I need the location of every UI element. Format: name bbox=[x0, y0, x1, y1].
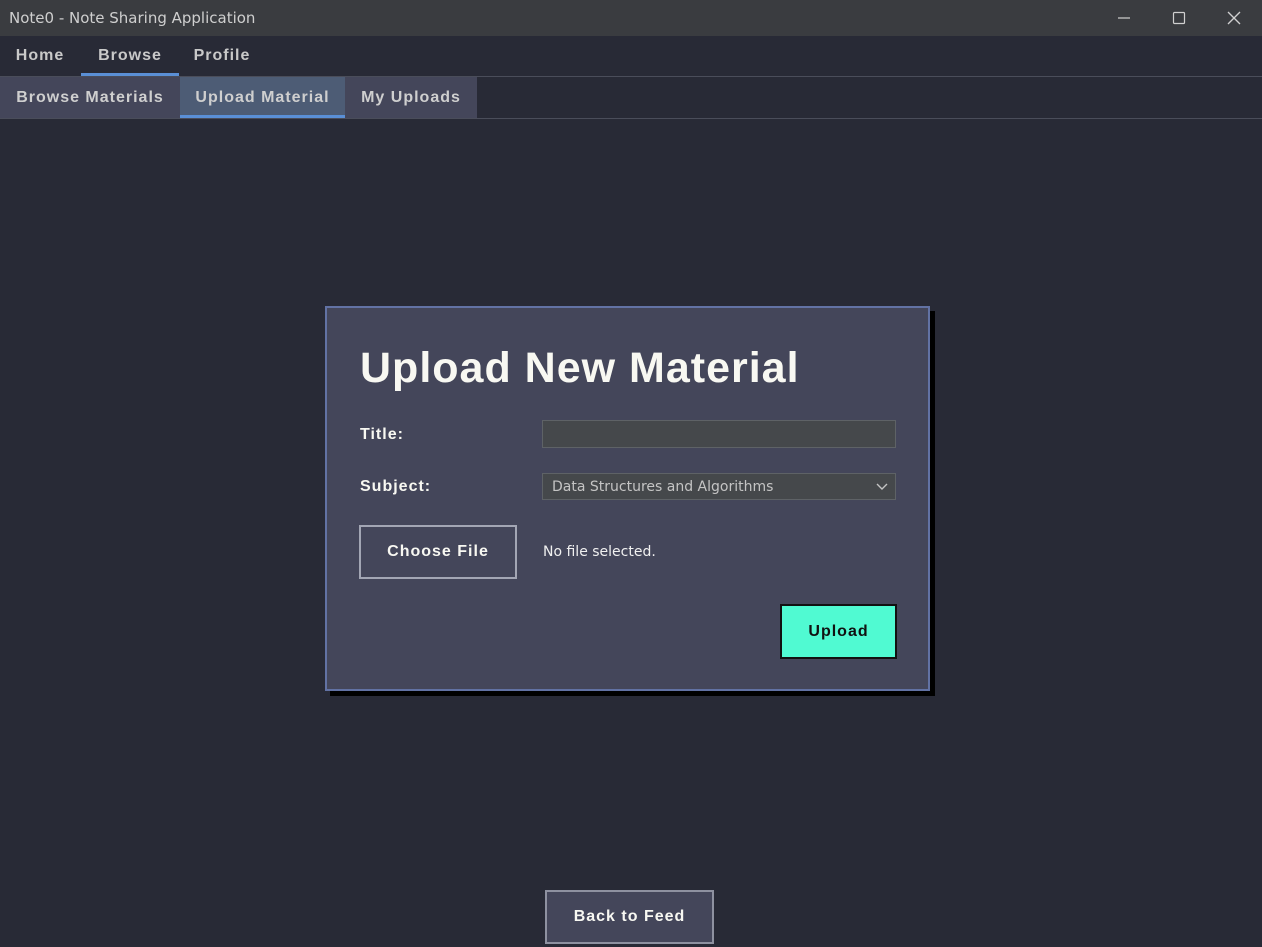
upload-button[interactable]: Upload bbox=[780, 604, 897, 659]
chevron-down-icon bbox=[876, 483, 888, 490]
window-title: Note0 - Note Sharing Application bbox=[9, 9, 256, 27]
page-title: Upload New Material bbox=[360, 344, 800, 392]
close-icon bbox=[1227, 11, 1240, 25]
subject-selected-value: Data Structures and Algorithms bbox=[552, 479, 774, 495]
maximize-icon bbox=[1172, 11, 1185, 25]
subject-dropdown[interactable]: Data Structures and Algorithms bbox=[542, 473, 896, 500]
back-to-feed-button[interactable]: Back to Feed bbox=[545, 890, 714, 944]
maximize-button[interactable] bbox=[1151, 0, 1206, 36]
choose-file-button[interactable]: Choose File bbox=[359, 525, 517, 579]
file-status-text: No file selected. bbox=[543, 544, 656, 560]
close-button[interactable] bbox=[1206, 0, 1261, 36]
title-label: Title: bbox=[360, 426, 404, 443]
tab-my-uploads[interactable]: My Uploads bbox=[345, 77, 477, 118]
upload-card: Upload New Material Title: Subject: Data… bbox=[325, 306, 930, 691]
subject-label: Subject: bbox=[360, 478, 432, 495]
app-window: Note0 - Note Sharing Application Home Br… bbox=[0, 0, 1262, 947]
minimize-icon bbox=[1117, 17, 1130, 19]
menu-item-home[interactable]: Home bbox=[0, 36, 80, 76]
tab-upload-material[interactable]: Upload Material bbox=[180, 77, 345, 118]
minimize-button[interactable] bbox=[1096, 0, 1151, 36]
sub-tab-bar: Browse Materials Upload Material My Uplo… bbox=[0, 77, 1262, 119]
title-bar: Note0 - Note Sharing Application bbox=[0, 0, 1262, 36]
menu-item-profile[interactable]: Profile bbox=[180, 36, 264, 76]
tab-browse-materials[interactable]: Browse Materials bbox=[0, 77, 180, 118]
main-menu-bar: Home Browse Profile bbox=[0, 36, 1262, 77]
menu-item-browse[interactable]: Browse bbox=[81, 36, 179, 76]
title-input[interactable] bbox=[542, 420, 896, 448]
